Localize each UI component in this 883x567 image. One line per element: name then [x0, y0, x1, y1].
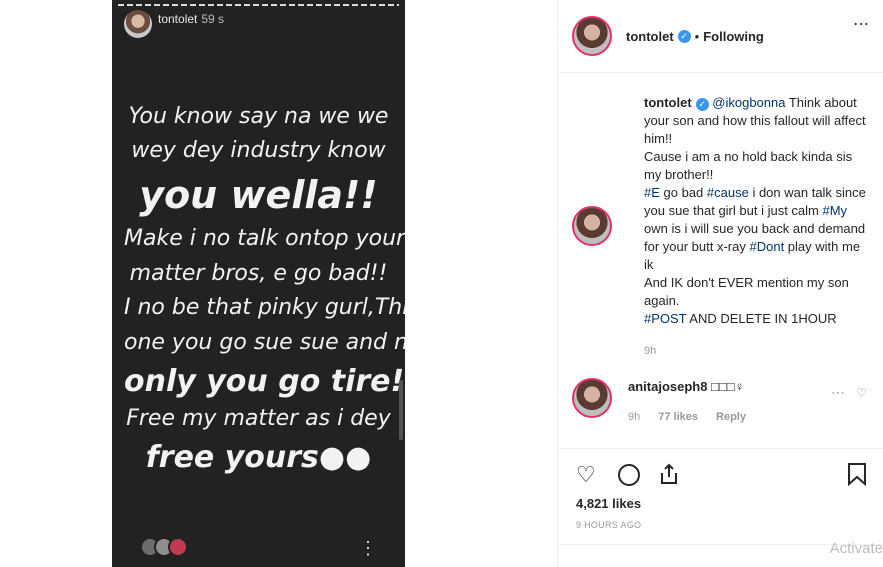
- post-panel: tontolet ✓ • Following ⋯ tontolet ✓ @ikog…: [557, 0, 883, 567]
- bookmark-icon[interactable]: [847, 462, 867, 492]
- story-viewers[interactable]: [140, 537, 188, 557]
- caption-text: go bad: [659, 185, 707, 200]
- story-username[interactable]: tontolet 59 s: [158, 12, 224, 26]
- hashtag[interactable]: #cause: [707, 185, 749, 200]
- story-line: wey dey industry know: [131, 138, 386, 164]
- story-line: Free my matter as i dey: [126, 405, 391, 431]
- heart-icon[interactable]: ♡: [576, 462, 596, 488]
- story-line: I no be that pinky gurl,This: [124, 295, 405, 321]
- reply-button[interactable]: Reply: [716, 408, 746, 426]
- viewer-avatar[interactable]: [168, 537, 188, 557]
- story-line: matter bros, e go bad!!: [129, 260, 388, 286]
- post-actions: ♡: [574, 462, 867, 488]
- comment-avatar[interactable]: [572, 378, 612, 418]
- story-line: free yours●●: [145, 440, 372, 476]
- story-text: You know say na we we wey dey industry k…: [124, 104, 405, 482]
- hashtag[interactable]: #My: [822, 203, 847, 218]
- caption-text: AND DELETE IN 1HOUR: [686, 311, 837, 326]
- caption-mention[interactable]: @ikogbonna: [712, 95, 785, 110]
- comment-meta: 9h 77 likes Reply: [628, 408, 746, 426]
- story-line: Make i no talk ontop your: [124, 226, 405, 252]
- verified-icon: ✓: [677, 29, 691, 43]
- activate-watermark: Activate: [829, 540, 883, 557]
- caption-body: tontolet ✓ @ikogbonna Think about your so…: [644, 94, 867, 360]
- hashtag[interactable]: #POST: [644, 311, 686, 326]
- post-avatar[interactable]: [572, 16, 612, 56]
- caption-username[interactable]: tontolet: [644, 95, 692, 110]
- comment-body: anitajoseph8 □□□♀ 9h 77 likes Reply: [628, 378, 746, 426]
- hashtag[interactable]: #Dont: [749, 239, 784, 254]
- story-line: you wella!!: [139, 172, 378, 217]
- comment-text: □□□♀: [711, 379, 745, 394]
- story-progress-bar: [118, 4, 399, 6]
- caption-text: Cause i am a no hold back kinda sis my b…: [644, 149, 853, 182]
- story-line: one you go sue sue and na: [124, 329, 405, 355]
- story-time: 59 s: [201, 12, 225, 26]
- actions-divider: [558, 448, 883, 449]
- following-button[interactable]: Following: [703, 29, 764, 44]
- comment-more-icon[interactable]: ⋯: [831, 384, 845, 401]
- more-horizontal-icon[interactable]: ⋯: [853, 14, 869, 34]
- more-vertical-icon[interactable]: ⋮: [359, 538, 377, 559]
- post-age[interactable]: 9 HOURS AGO: [576, 520, 641, 530]
- post-header: tontolet ✓ • Following ⋯: [572, 14, 883, 58]
- header-divider: [558, 72, 883, 73]
- story-line: only you go tire!!: [124, 363, 405, 399]
- caption-text: And IK don't EVER mention my son again.: [644, 275, 849, 308]
- caption-time[interactable]: 9h: [644, 342, 656, 360]
- story-panel: tontolet 59 s You know say na we we wey d…: [112, 0, 405, 567]
- caption-meta: 9h: [644, 342, 867, 360]
- story-username-text[interactable]: tontolet: [158, 12, 197, 26]
- post-username[interactable]: tontolet: [626, 29, 674, 44]
- comment-heart-icon[interactable]: ♡: [856, 386, 867, 400]
- hashtag[interactable]: #E: [644, 185, 660, 200]
- story-line: You know say na we we: [128, 104, 389, 129]
- story-scrollbar[interactable]: [399, 380, 403, 440]
- comment-likes[interactable]: 77 likes: [658, 408, 698, 426]
- likes-count[interactable]: 4,821 likes: [576, 496, 641, 511]
- story-avatar[interactable]: [124, 10, 152, 38]
- verified-icon: ✓: [695, 98, 709, 111]
- caption-avatar[interactable]: [572, 206, 612, 246]
- comment-time[interactable]: 9h: [628, 408, 640, 426]
- comment-item: anitajoseph8 □□□♀ 9h 77 likes Reply ⋯ ♡: [572, 378, 867, 426]
- comment-username[interactable]: anitajoseph8: [628, 379, 707, 394]
- share-icon[interactable]: [658, 462, 680, 492]
- separator-dot: •: [694, 28, 700, 44]
